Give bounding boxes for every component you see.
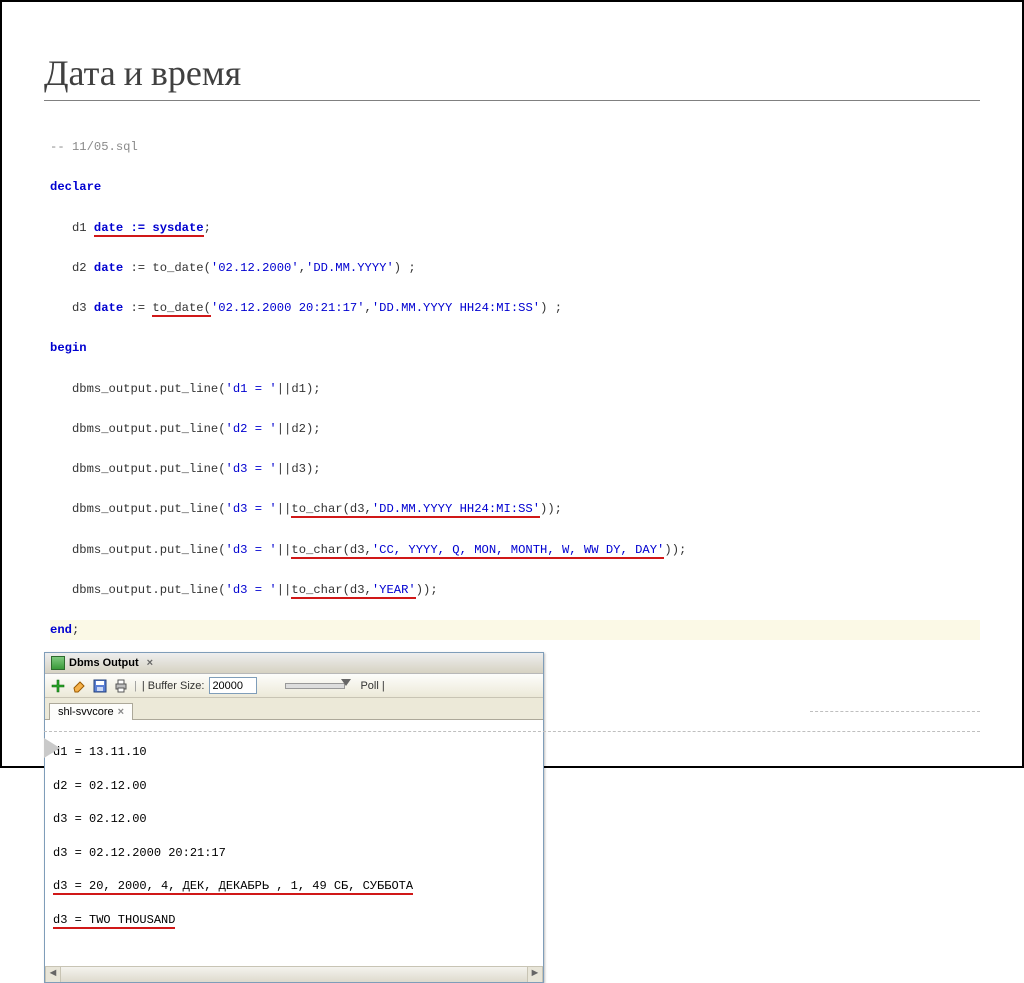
slide-title: Дата и время — [44, 52, 980, 94]
panel-title: Dbms Output — [69, 657, 139, 669]
code-text: ) ; — [394, 261, 416, 275]
clear-icon[interactable] — [71, 678, 87, 694]
panel-titlebar[interactable]: Dbms Output × — [45, 653, 543, 674]
code-underline: to_char(d3, — [291, 543, 371, 559]
code-string: 'd3 = ' — [226, 583, 277, 597]
code-text: )); — [416, 583, 438, 597]
buffer-size-label: | Buffer Size: — [142, 680, 205, 692]
code-text: dbms_output.put_line( — [50, 543, 226, 557]
code-text: := — [123, 301, 152, 315]
code-text: d2 — [50, 261, 94, 275]
code-string: 'DD.MM.YYYY' — [306, 261, 394, 275]
code-type: date — [94, 301, 123, 315]
tab-close-icon[interactable]: × — [118, 706, 124, 718]
code-text: ||d3); — [277, 462, 321, 476]
code-underline: to_char(d3, — [291, 502, 371, 518]
scroll-right-icon[interactable]: ► — [527, 967, 543, 982]
code-underline: to_char(d3, — [291, 583, 371, 599]
dbms-output-icon — [51, 656, 65, 670]
output-line: d3 = 02.12.2000 20:21:17 — [53, 845, 535, 862]
connection-tab[interactable]: shl-svvcore × — [49, 703, 133, 720]
buffer-size-input[interactable] — [209, 677, 257, 694]
title-divider — [44, 100, 980, 101]
close-icon[interactable]: × — [147, 657, 153, 669]
scroll-left-icon[interactable]: ◄ — [45, 967, 61, 982]
code-string: 'd3 = ' — [226, 462, 277, 476]
code-string: 'd3 = ' — [226, 543, 277, 557]
code-string: 'DD.MM.YYYY HH24:MI:SS' — [372, 502, 540, 518]
code-string: 'DD.MM.YYYY HH24:MI:SS' — [372, 301, 540, 315]
code-comment: -- 11/05.sql — [50, 140, 138, 154]
output-body[interactable]: d1 = 13.11.10 d2 = 02.12.00 d3 = 02.12.0… — [45, 720, 543, 966]
code-type: date — [94, 261, 123, 275]
code-string: '02.12.2000' — [211, 261, 299, 275]
code-string: 'd1 = ' — [226, 382, 277, 396]
output-underline: d3 = 20, 2000, 4, ДЕК, ДЕКАБРЬ , 1, 49 С… — [53, 879, 413, 895]
tab-label: shl-svvcore — [58, 706, 114, 718]
code-text: dbms_output.put_line( — [50, 502, 226, 516]
code-underline: date := sysdate — [94, 221, 204, 237]
code-text: )); — [540, 502, 562, 516]
code-keyword-begin: begin — [50, 341, 87, 355]
poll-label: Poll | — [360, 680, 384, 692]
poll-slider[interactable] — [285, 683, 345, 689]
code-text: ; — [204, 221, 211, 235]
code-text: ; — [72, 623, 79, 637]
code-text: dbms_output.put_line( — [50, 382, 226, 396]
code-text: || — [277, 543, 292, 557]
code-text: d1 — [50, 221, 94, 235]
toolbar-separator: | — [134, 680, 137, 692]
code-string: '02.12.2000 20:21:17' — [211, 301, 365, 315]
code-text: dbms_output.put_line( — [50, 462, 226, 476]
footer-dash — [44, 731, 980, 732]
code-text: ||d1); — [277, 382, 321, 396]
add-icon[interactable] — [50, 678, 66, 694]
code-underline: to_date( — [152, 301, 211, 317]
print-icon[interactable] — [113, 678, 129, 694]
output-line: d1 = 13.11.10 — [53, 744, 535, 761]
code-string: 'YEAR' — [372, 583, 416, 599]
output-line: d3 = TWO THOUSAND — [53, 912, 535, 929]
sql-code-block: -- 11/05.sql declare d1 date := sysdate;… — [44, 115, 980, 642]
code-string: 'CC, YYYY, Q, MON, MONTH, W, WW DY, DAY' — [372, 543, 665, 559]
code-text: , — [299, 261, 306, 275]
code-text: )); — [664, 543, 686, 557]
code-text: dbms_output.put_line( — [50, 422, 226, 436]
output-underline: d3 = TWO THOUSAND — [53, 913, 175, 929]
code-string: 'd3 = ' — [226, 502, 277, 516]
save-icon[interactable] — [92, 678, 108, 694]
code-text: dbms_output.put_line( — [50, 583, 226, 597]
output-line: d3 = 02.12.00 — [53, 811, 535, 828]
output-line: d3 = 20, 2000, 4, ДЕК, ДЕКАБРЬ , 1, 49 С… — [53, 878, 535, 895]
code-text: || — [277, 502, 292, 516]
code-text: ||d2); — [277, 422, 321, 436]
output-line: d2 = 02.12.00 — [53, 778, 535, 795]
code-text: d3 — [50, 301, 94, 315]
panel-toolbar: | | Buffer Size: Poll | — [45, 674, 543, 698]
next-slide-icon[interactable] — [44, 738, 60, 758]
code-text: := to_date( — [123, 261, 211, 275]
dbms-output-panel: Dbms Output × | | Buffer Size: Poll | — [44, 652, 544, 983]
code-text: || — [277, 583, 292, 597]
footer-dash-right — [810, 711, 980, 712]
horizontal-scrollbar[interactable]: ◄ ► — [45, 966, 543, 982]
code-keyword-declare: declare — [50, 180, 101, 194]
code-string: 'd2 = ' — [226, 422, 277, 436]
panel-tabs: shl-svvcore × — [45, 698, 543, 720]
code-text: , — [365, 301, 372, 315]
code-keyword-end: end — [50, 623, 72, 637]
code-text: ) ; — [540, 301, 562, 315]
